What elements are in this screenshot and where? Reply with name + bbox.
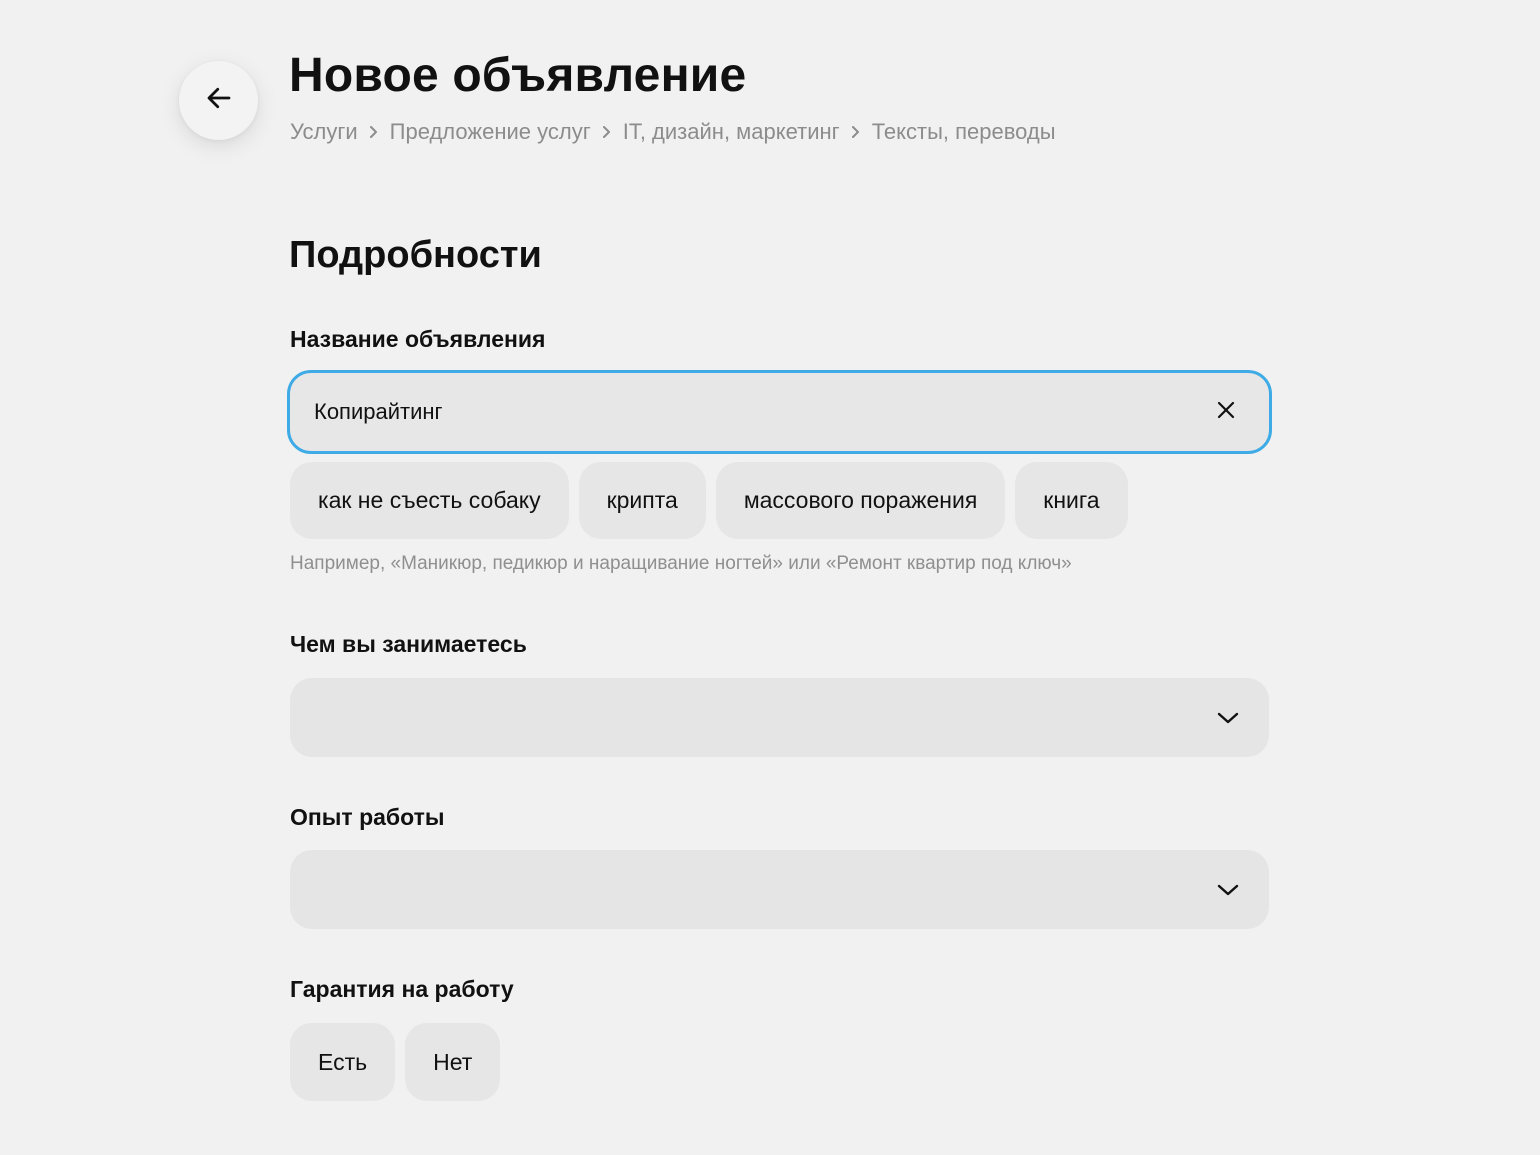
experience-label: Опыт работы [290,804,445,830]
suggestion-chip[interactable]: массового поражения [715,462,1006,539]
chevron-right-icon [850,125,862,139]
breadcrumb-item-services[interactable]: Услуги [290,119,358,145]
section-title: Подробности [289,234,542,276]
back-button[interactable] [179,61,258,140]
suggestion-chip[interactable]: крипта [578,462,706,539]
warranty-yes-button[interactable]: Есть [290,1023,396,1101]
warranty-label: Гарантия на работу [290,976,514,1002]
ad-title-field [287,370,1272,454]
page-title: Новое объявление [289,49,747,102]
occupation-select[interactable] [290,678,1269,757]
ad-title-label: Название объявления [290,326,546,352]
suggestion-chip[interactable]: как не съесть собаку [290,462,569,539]
breadcrumb-item-it-design-marketing[interactable]: IT, дизайн, маркетинг [623,119,840,145]
experience-select[interactable] [290,850,1269,929]
occupation-label: Чем вы занимаетесь [290,631,527,657]
breadcrumb-item-texts-translations: Тексты, переводы [871,119,1056,144]
ad-title-input[interactable] [290,373,1201,451]
chevron-down-icon [1215,877,1241,903]
chevron-right-icon [368,125,380,139]
close-icon [1216,400,1236,425]
ad-title-hint: Например, «Маникюр, педикюр и наращивани… [290,553,1072,574]
breadcrumb-item-service-offer[interactable]: Предложение услуг [390,119,591,145]
warranty-no-button[interactable]: Нет [405,1023,501,1101]
arrow-left-icon [204,83,234,118]
chevron-down-icon [1215,705,1241,731]
breadcrumb: Услуги Предложение услуг IT, дизайн, мар… [290,116,1056,148]
warranty-options: Есть Нет [290,1023,501,1101]
title-suggestions: как не съесть собаку крипта массового по… [290,462,1128,539]
clear-input-button[interactable] [1201,387,1251,437]
suggestion-chip[interactable]: книга [1015,462,1128,539]
chevron-right-icon [601,125,613,139]
